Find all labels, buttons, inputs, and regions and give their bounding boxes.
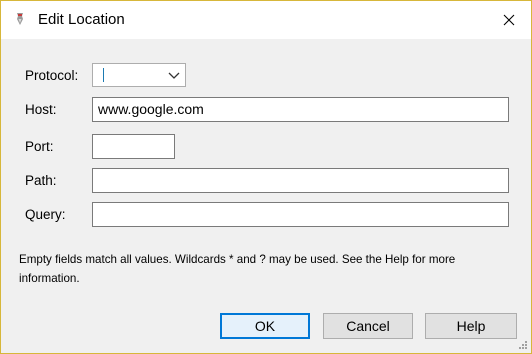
host-field[interactable]: www.google.com [92,97,509,122]
host-label: Host: [25,102,57,117]
edit-location-dialog: Edit Location Protocol: Host: www.google… [0,0,532,354]
path-field[interactable] [92,168,509,193]
protocol-label: Protocol: [25,68,79,83]
ok-button[interactable]: OK [220,313,310,339]
port-label: Port: [25,139,54,154]
cancel-button[interactable]: Cancel [323,313,413,339]
query-field[interactable] [92,202,509,227]
help-button[interactable]: Help [425,313,517,339]
path-label: Path: [25,173,57,188]
chevron-down-icon[interactable] [168,70,180,80]
close-button[interactable] [487,1,531,39]
resize-grip-icon[interactable] [517,339,528,350]
protocol-select[interactable] [92,63,186,87]
query-label: Query: [25,207,66,222]
port-field[interactable] [92,134,175,159]
app-icon [17,13,23,25]
dialog-title: Edit Location [38,11,125,28]
text-cursor [103,68,104,82]
title-bar[interactable]: Edit Location [1,1,531,39]
help-hint-text: Empty fields match all values. Wildcards… [19,253,456,285]
close-icon [503,14,515,26]
